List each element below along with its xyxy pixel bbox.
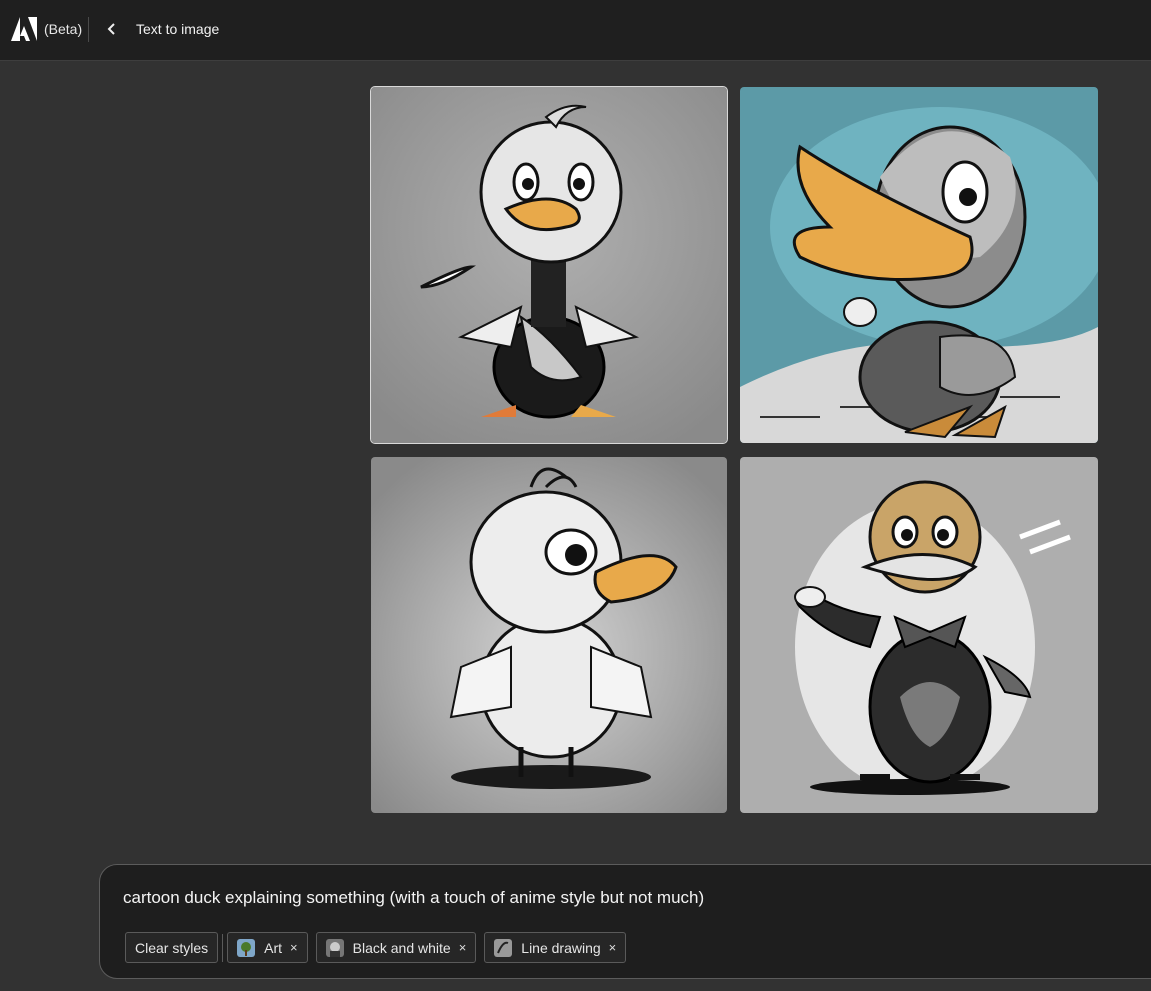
generated-image-2[interactable] — [740, 87, 1098, 443]
art-thumbnail-icon — [237, 938, 256, 957]
style-chip-art[interactable]: Art × — [227, 932, 308, 963]
line-drawing-thumbnail-icon — [494, 938, 513, 957]
style-chip-label: Art — [264, 939, 283, 956]
black-and-white-thumbnail-icon — [325, 938, 344, 957]
remove-chip-icon[interactable]: × — [290, 940, 298, 955]
beta-label: (Beta) — [44, 21, 83, 37]
style-chip-label: Black and white — [352, 939, 451, 956]
style-chip-black-and-white[interactable]: Black and white × — [315, 932, 477, 963]
header-divider — [88, 17, 89, 42]
clear-styles-label: Clear styles — [135, 939, 209, 956]
chips-divider — [222, 933, 224, 962]
prompt-panel: cartoon duck explaining something (with … — [99, 864, 1151, 979]
clear-styles-button[interactable]: Clear styles — [125, 932, 219, 963]
remove-chip-icon[interactable]: × — [609, 940, 617, 955]
style-chip-line-drawing[interactable]: Line drawing × — [484, 932, 627, 963]
style-chips: Clear styles Art × Black and white × Lin… — [125, 931, 634, 964]
generated-image-3[interactable] — [371, 457, 727, 813]
prompt-input[interactable]: cartoon duck explaining something (with … — [123, 888, 704, 908]
generated-image-1[interactable] — [370, 86, 728, 444]
top-bar: (Beta) Text to image — [0, 0, 1151, 61]
adobe-logo-icon[interactable] — [11, 17, 37, 41]
generated-image-4[interactable] — [740, 457, 1098, 813]
page-title: Text to image — [136, 21, 220, 37]
remove-chip-icon[interactable]: × — [459, 940, 467, 955]
style-chip-label: Line drawing — [521, 939, 601, 956]
chevron-left-icon[interactable] — [104, 21, 120, 37]
